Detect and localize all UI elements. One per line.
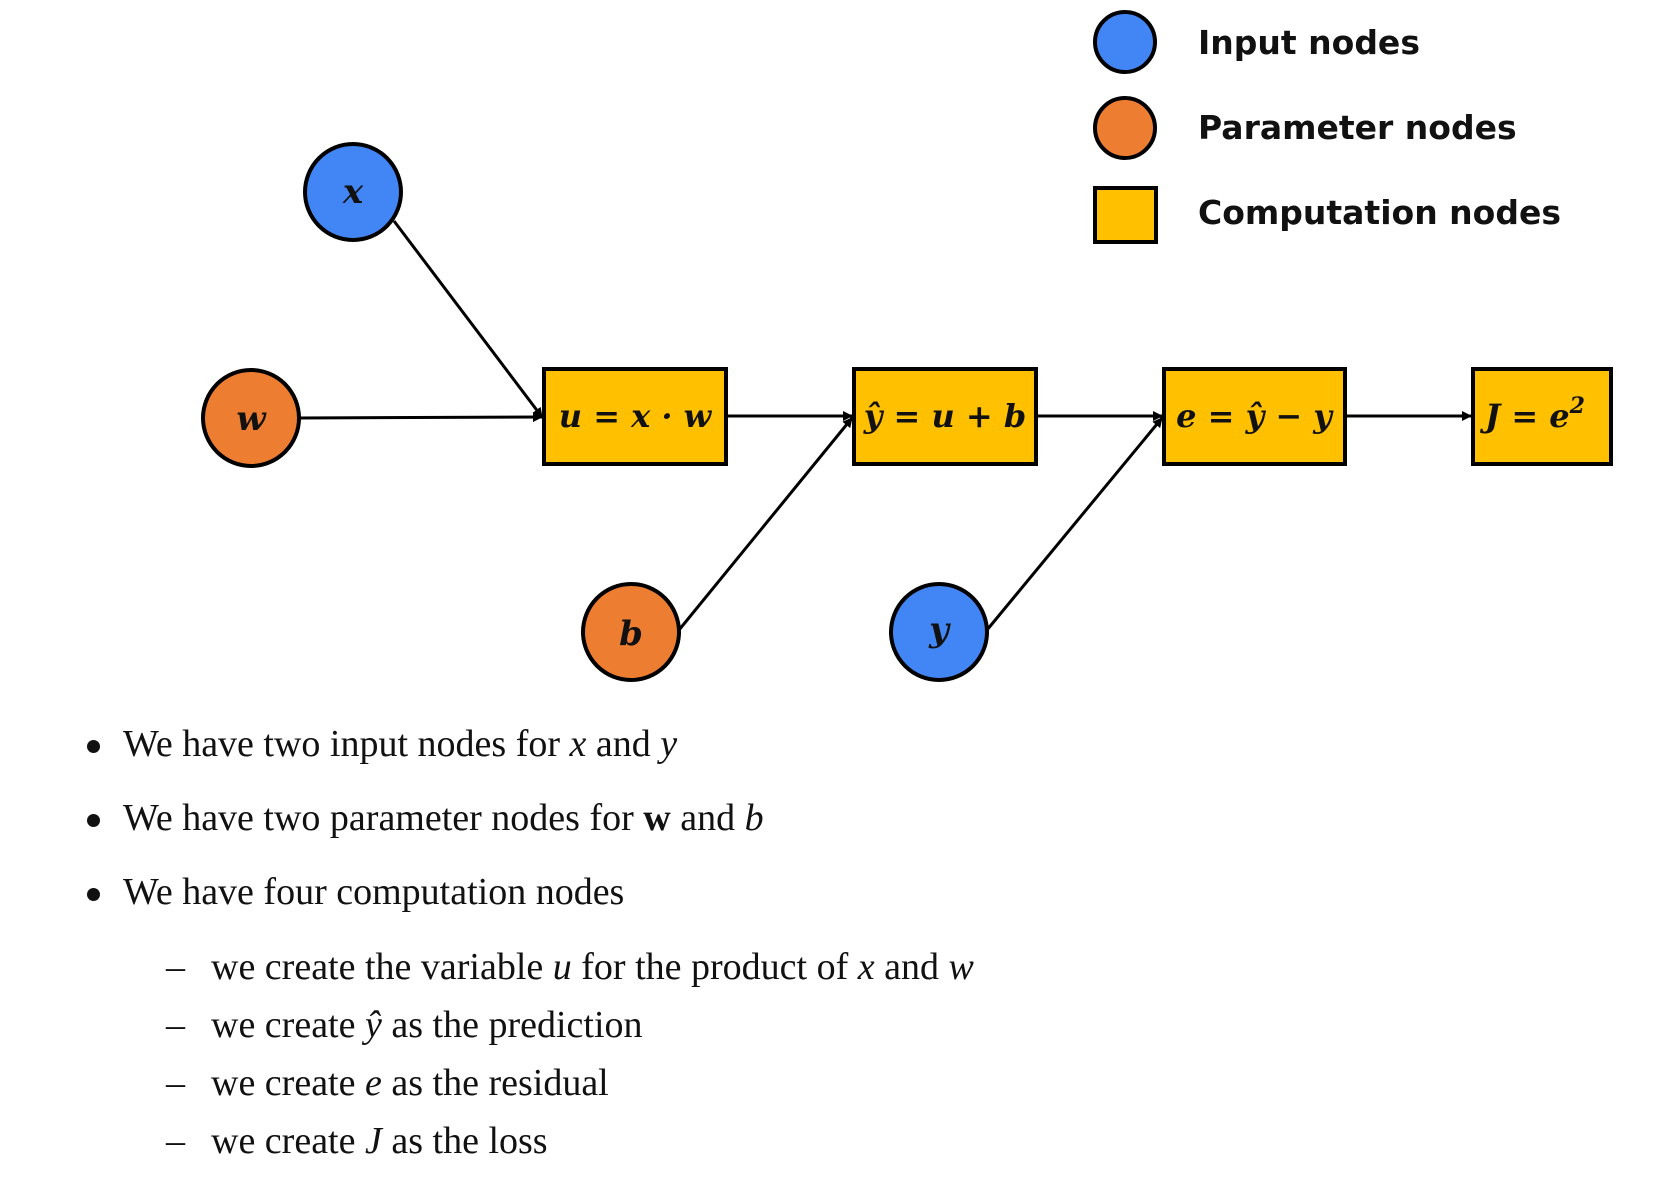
svg-text:Parameter nodes: Parameter nodes xyxy=(1198,108,1517,147)
text: as the loss xyxy=(381,1120,548,1162)
svg-text:Computation nodes: Computation nodes xyxy=(1198,193,1561,232)
math-e: e xyxy=(365,1062,382,1104)
text: as the prediction xyxy=(381,1004,643,1046)
node-u: u = x · w xyxy=(542,367,728,466)
bullet-dot xyxy=(87,888,100,901)
text: We have two input nodes for xyxy=(123,723,570,765)
legend: Input nodes Parameter nodes Computation … xyxy=(1093,10,1561,244)
math-w: w xyxy=(948,946,974,988)
text: and xyxy=(586,723,661,765)
text: we create xyxy=(211,1062,365,1104)
text: we create xyxy=(211,1004,365,1046)
math-J: J xyxy=(365,1120,382,1162)
text: We have four computation nodes xyxy=(123,871,625,913)
legend-item-computation: Computation nodes xyxy=(1093,186,1561,244)
dash: – xyxy=(166,946,185,988)
node-w: w xyxy=(201,368,301,468)
edge-x-u xyxy=(392,220,544,418)
text: we create the variable xyxy=(211,946,553,988)
bullet-item-computation: We have four computation nodes xyxy=(123,870,624,914)
svg-text:w: w xyxy=(236,399,267,439)
node-x: x xyxy=(303,142,403,242)
svg-text:u = x · w: u = x · w xyxy=(559,397,713,435)
text: we create xyxy=(211,1120,365,1162)
node-b: b xyxy=(581,582,681,682)
subitem-yhat: we create ŷ as the prediction xyxy=(211,1003,643,1047)
bullet-dot xyxy=(87,814,100,827)
bullet-item-inputs: We have two input nodes for x and y xyxy=(123,722,677,766)
text: and xyxy=(874,946,949,988)
svg-text:Input nodes: Input nodes xyxy=(1198,23,1420,62)
dash: – xyxy=(166,1062,185,1104)
dash: – xyxy=(166,1004,185,1046)
math-y: y xyxy=(660,723,678,765)
node-yhat: ŷ = u + b xyxy=(852,367,1038,466)
svg-text:y: y xyxy=(928,610,951,650)
math-x: x xyxy=(857,946,875,988)
math-w: w xyxy=(643,797,671,839)
legend-item-input: Input nodes xyxy=(1093,10,1420,74)
svg-text:e = ŷ − y: e = ŷ − y xyxy=(1176,397,1334,435)
edge-w-u xyxy=(298,412,543,423)
svg-text:ŷ = u + b: ŷ = u + b xyxy=(863,397,1026,435)
math-b: b xyxy=(744,797,764,839)
dash: – xyxy=(166,1120,185,1162)
math-x: x xyxy=(569,723,587,765)
node-y: y xyxy=(889,582,989,682)
bullet-dot xyxy=(87,740,100,753)
node-J: J = e2 xyxy=(1471,367,1613,466)
math-yhat: ŷ xyxy=(365,1004,382,1046)
computation-graph: x w b y u = x · w ŷ = u + b e = ŷ − y J … xyxy=(201,10,1613,682)
legend-item-parameter: Parameter nodes xyxy=(1093,96,1517,160)
text: as the residual xyxy=(381,1062,609,1104)
text: and xyxy=(670,797,745,839)
svg-text:J = e2: J = e2 xyxy=(1479,393,1585,435)
subitem-J: we create J as the loss xyxy=(211,1119,548,1163)
subitem-u: we create the variable u for the product… xyxy=(211,945,974,989)
svg-text:b: b xyxy=(619,614,643,654)
text: We have two parameter nodes for xyxy=(123,797,644,839)
text: for the product of xyxy=(571,946,858,988)
bullet-item-parameters: We have two parameter nodes for w and b xyxy=(123,796,764,840)
subitem-e: we create e as the residual xyxy=(211,1061,609,1105)
svg-text:x: x xyxy=(342,172,364,212)
math-u: u xyxy=(552,946,572,988)
node-e: e = ŷ − y xyxy=(1162,367,1347,466)
